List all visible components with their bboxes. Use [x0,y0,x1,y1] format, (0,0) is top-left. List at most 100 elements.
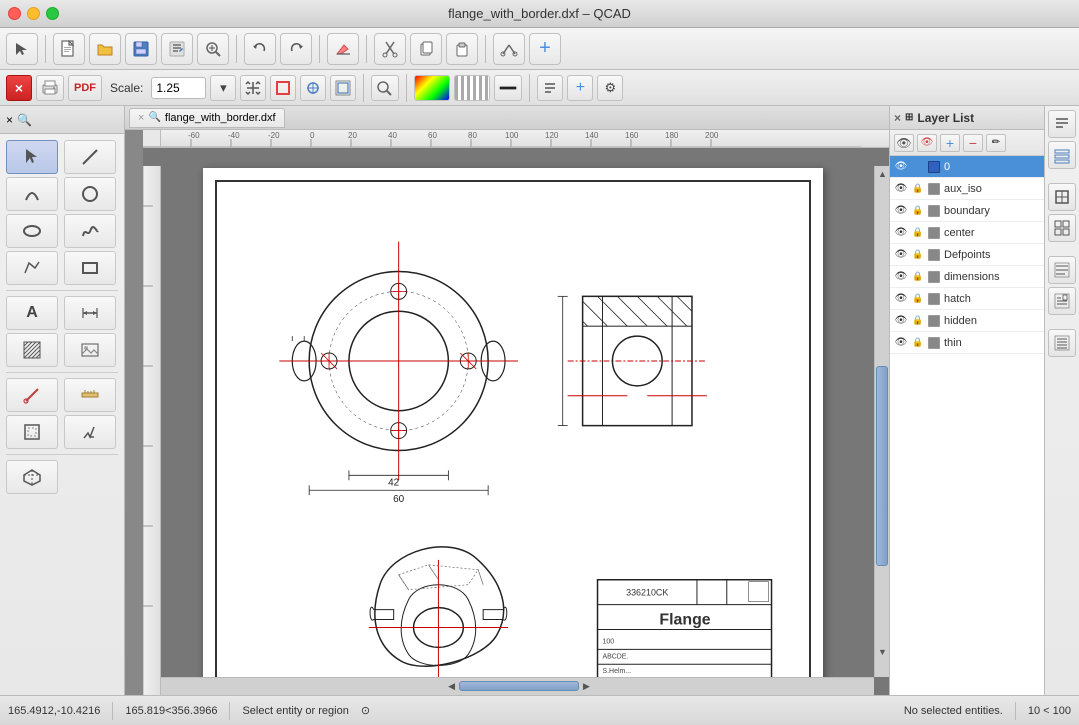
image-tool[interactable] [64,333,116,367]
arc-tool[interactable] [6,177,58,211]
page-prev-button[interactable]: ◀ [448,681,455,692]
canvas-tab-close[interactable]: × [138,112,144,124]
close-file-button[interactable]: × [6,75,32,101]
layer-item-boundary[interactable]: 👁 🔒 boundary [890,200,1044,222]
layer-lock-thin[interactable]: 🔒 [912,336,924,350]
circle-tool[interactable] [64,177,116,211]
new-button[interactable] [53,33,85,65]
layer-vis-hidden[interactable]: 👁 [894,314,908,328]
text-tool[interactable]: A [6,296,58,330]
rectangle-tool[interactable] [64,251,116,285]
spline-tool[interactable] [64,214,116,248]
block-tool[interactable] [6,415,58,449]
fr-properties-button[interactable] [1048,110,1076,138]
layer-item-0[interactable]: 👁 0 [890,156,1044,178]
scroll-up-button[interactable]: ▲ [875,166,889,181]
scale-dropdown-button[interactable]: ▾ [210,75,236,101]
fr-blocks-button[interactable] [1048,183,1076,211]
scrollbar-thumb-vertical[interactable] [876,366,888,566]
layer-lock-hidden[interactable]: 🔒 [912,314,924,328]
add-layer-button[interactable]: + [567,75,593,101]
scissors2-button[interactable] [493,33,525,65]
open-button[interactable] [89,33,121,65]
zoom-button[interactable] [197,33,229,65]
zoom-realtime-button[interactable] [371,75,399,101]
fr-misc-button[interactable] [1048,329,1076,357]
layer-item-aux-iso[interactable]: 👁 🔒 aux_iso [890,178,1044,200]
linetype-button[interactable] [454,75,490,101]
fit-view-button[interactable] [270,75,296,101]
layer-lock-dimensions[interactable]: 🔒 [912,270,924,284]
pan-button[interactable] [240,75,266,101]
pdf-button[interactable]: PDF [68,75,102,101]
layer-vis-0[interactable]: 👁 [894,160,908,174]
copy-button[interactable] [410,33,442,65]
layer-visibility-all-button[interactable]: 👁 [894,134,914,152]
properties-button[interactable] [537,75,563,101]
3d-tool[interactable] [6,460,58,494]
layer-vis-dimensions[interactable]: 👁 [894,270,908,284]
layer-vis-hatch[interactable]: 👁 [894,292,908,306]
pointer-tool[interactable] [6,140,58,174]
layer-vis-center[interactable]: 👁 [894,226,908,240]
add-button[interactable]: + [529,33,561,65]
layer-add-button[interactable]: + [940,134,960,152]
layer-lock-boundary[interactable]: 🔒 [912,204,924,218]
fr-cmd-button[interactable] [1048,256,1076,284]
layer-item-hidden[interactable]: 👁 🔒 hidden [890,310,1044,332]
modify-tool[interactable] [6,378,58,412]
lineweight-button[interactable] [494,75,522,101]
settings-button[interactable]: ⚙ [597,75,623,101]
layer-edit-button[interactable]: ✏ [986,134,1006,152]
eraser-button[interactable] [327,33,359,65]
canvas-area[interactable]: × 🔍 flange_with_border.dxf -60 -40 -20 0 [125,106,889,695]
scrollbar-horizontal[interactable]: ◀ ▶ [161,677,874,695]
layer-panel-close[interactable]: × [894,111,901,125]
ellipse-tool[interactable] [6,214,58,248]
traffic-lights[interactable] [8,7,59,20]
select-tool[interactable] [64,415,116,449]
print-button[interactable] [36,75,64,101]
layer-lock-defpoints[interactable]: 🔒 [912,248,924,262]
scrollbar-vertical[interactable]: ▲ ▼ [874,166,889,677]
canvas-tab-file[interactable]: × 🔍 flange_with_border.dxf [129,108,285,128]
dimension-tool[interactable] [64,296,116,330]
select-tool-button[interactable] [6,33,38,65]
minimize-button[interactable] [27,7,40,20]
line-tool[interactable] [64,140,116,174]
undo-button[interactable] [244,33,276,65]
polyline-tool[interactable] [6,251,58,285]
edit-button[interactable] [161,33,193,65]
canvas-viewport[interactable]: -40 -60 [143,148,889,695]
layer-vis-defpoints[interactable]: 👁 [894,248,908,262]
layer-visibility-off-button[interactable]: 👁 [917,134,937,152]
close-button[interactable] [8,7,21,20]
layer-lock-aux-iso[interactable]: 🔒 [912,182,924,196]
paste-button[interactable] [446,33,478,65]
maximize-button[interactable] [46,7,59,20]
hatch-tool[interactable] [6,333,58,367]
color-palette-button[interactable] [414,75,450,101]
fr-info-button[interactable] [1048,287,1076,315]
viewport-button[interactable] [330,75,356,101]
layer-vis-aux-iso[interactable]: 👁 [894,182,908,196]
layer-remove-button[interactable]: − [963,134,983,152]
center-view-button[interactable] [300,75,326,101]
redo-button[interactable] [280,33,312,65]
scrollbar-thumb-horizontal[interactable] [459,681,579,691]
close-panel-icon[interactable]: × [6,113,13,127]
fr-views-button[interactable] [1048,214,1076,242]
page-next-button[interactable]: ▶ [583,681,590,692]
scroll-down-button[interactable]: ▼ [875,644,889,659]
layer-vis-thin[interactable]: 👁 [894,336,908,350]
layer-lock-center[interactable]: 🔒 [912,226,924,240]
layer-item-center[interactable]: 👁 🔒 center [890,222,1044,244]
layer-lock-hatch[interactable]: 🔒 [912,292,924,306]
scale-input[interactable] [151,77,206,99]
measure-tool[interactable] [64,378,116,412]
layer-item-thin[interactable]: 👁 🔒 thin [890,332,1044,354]
layer-item-defpoints[interactable]: 👁 🔒 Defpoints [890,244,1044,266]
fr-layers-button[interactable] [1048,141,1076,169]
save-button[interactable] [125,33,157,65]
layer-item-hatch[interactable]: 👁 🔒 hatch [890,288,1044,310]
